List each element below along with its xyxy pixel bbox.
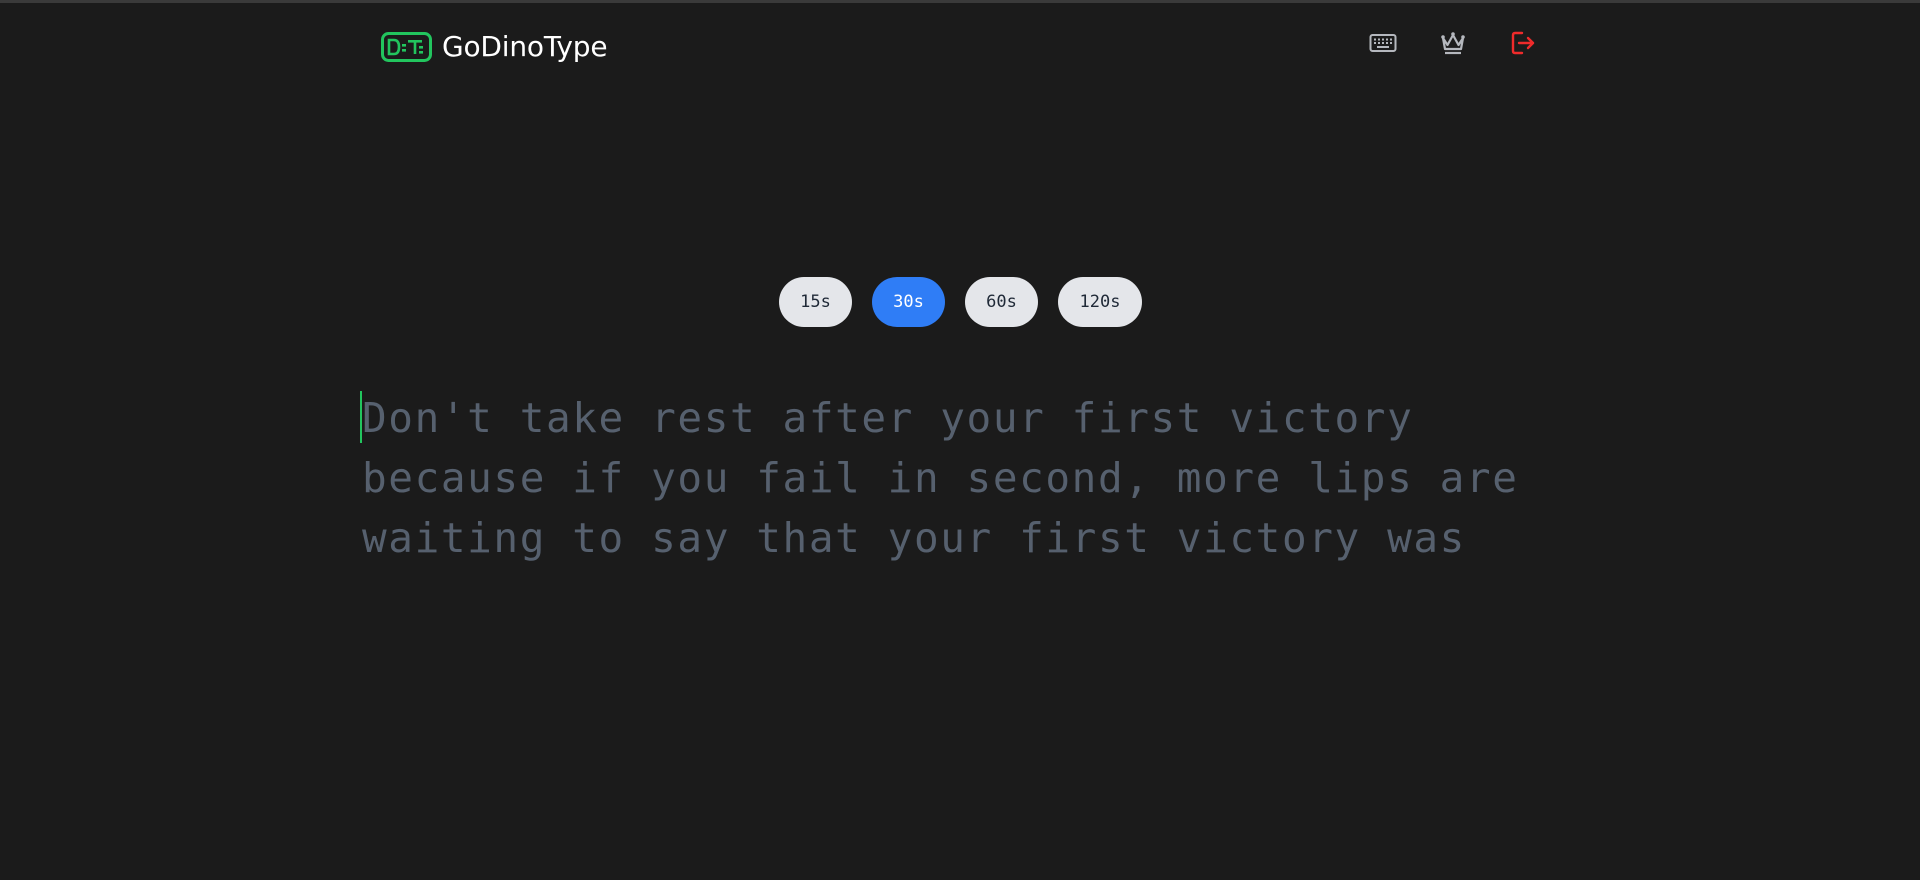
keyboard-icon — [1369, 34, 1397, 52]
text-line: because if you fail in second, more lips… — [362, 454, 1519, 502]
mode-15s-button[interactable]: 15s — [779, 277, 852, 327]
header: GoDinoType — [0, 0, 1920, 100]
app-name: GoDinoType — [442, 30, 608, 63]
leaderboard-button[interactable] — [1438, 28, 1468, 58]
text-line: Don't take rest after your first victory — [362, 394, 1414, 442]
keyboard-button[interactable] — [1368, 28, 1398, 58]
time-mode-selector: 15s 30s 60s 120s — [779, 277, 1142, 327]
crown-icon — [1441, 32, 1465, 55]
mode-120s-button[interactable]: 120s — [1058, 277, 1142, 327]
brand-link[interactable]: GoDinoType — [381, 30, 608, 63]
mode-60s-button[interactable]: 60s — [965, 277, 1038, 327]
logout-button[interactable] — [1508, 28, 1538, 58]
logo-icon — [381, 31, 432, 62]
logout-icon — [1511, 31, 1535, 55]
mode-30s-button[interactable]: 30s — [872, 277, 945, 327]
text-line: waiting to say that your first victory w… — [362, 514, 1466, 562]
typing-text-area[interactable]: Don't take rest after your first victory… — [362, 388, 1552, 568]
